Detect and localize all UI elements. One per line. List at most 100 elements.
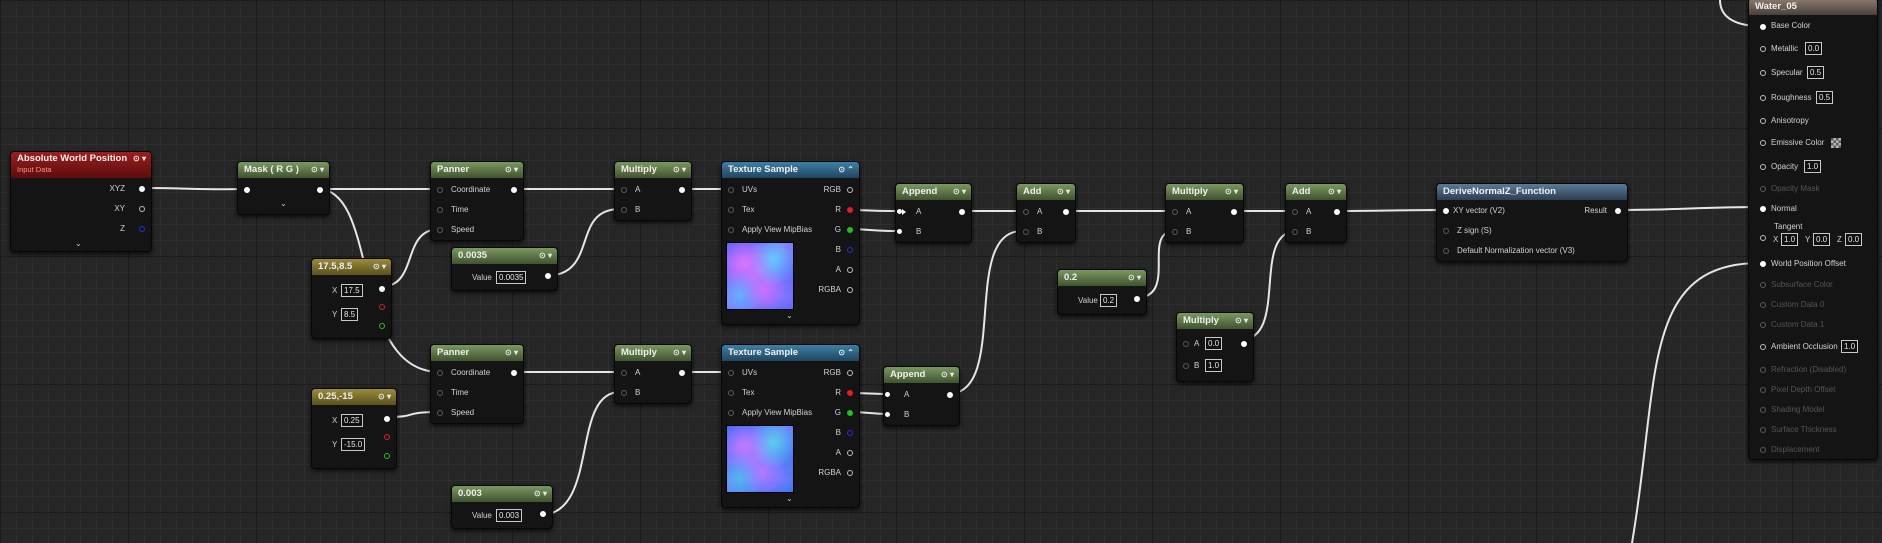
input-pin-refraction[interactable] (1760, 367, 1766, 373)
specular-value-field[interactable]: 0.5 (1807, 66, 1825, 79)
node-header[interactable]: 17.5,8.5 ⊙ ▾ (312, 259, 391, 275)
output-pin-g[interactable] (384, 453, 390, 459)
node-header[interactable]: Add ⊙ ▾ (1286, 184, 1346, 200)
output-pin[interactable] (511, 370, 517, 376)
input-pin-opacity-mask[interactable] (1760, 186, 1766, 192)
node-options-icon[interactable]: ⊙ ▾ (1057, 184, 1070, 200)
node-header[interactable]: 0.0035 ⊙ ▾ (452, 248, 557, 264)
node-append-1[interactable]: Append ⊙ ▾ A B (895, 183, 972, 243)
input-pin-a[interactable] (621, 187, 627, 193)
input-pin-ambient-occlusion[interactable] (1760, 344, 1766, 350)
input-pin-coordinate[interactable] (437, 187, 443, 193)
output-pin-b[interactable] (847, 247, 853, 253)
input-pin-uvs[interactable] (728, 370, 734, 376)
output-pin[interactable] (947, 392, 953, 398)
opacity-value-field[interactable]: 1.0 (1804, 160, 1822, 173)
input-pin-z-sign[interactable] (1443, 228, 1449, 234)
chevron-down-icon[interactable]: ⌄ (786, 311, 793, 320)
input-pin-b[interactable] (621, 207, 627, 213)
input-pin-mipbias[interactable] (728, 227, 734, 233)
texture-preview-thumbnail[interactable] (726, 242, 794, 310)
node-multiply-3[interactable]: Multiply ⊙ ▾ A B (1165, 183, 1244, 243)
ambient-occlusion-value-field[interactable]: 1.0 (1841, 340, 1859, 353)
node-header[interactable]: Absolute World Position Input Data ⊙ ▾ (11, 152, 151, 178)
node-multiply-1[interactable]: Multiply ⊙ ▾ A B (614, 161, 692, 221)
tangent-z-field[interactable]: 0.0 (1845, 233, 1863, 246)
input-pin-opacity[interactable] (1760, 164, 1766, 170)
input-pin-subsurface-color[interactable] (1760, 282, 1766, 288)
input-pin-metallic[interactable] (1760, 46, 1766, 52)
node-options-icon[interactable]: ⊙ ▾ (539, 248, 552, 264)
node-append-2[interactable]: Append ⊙ ▾ A B (883, 366, 960, 426)
node-texture-sample-1[interactable]: Texture Sample ⊙ ⌃ UVs RGB Tex R Apply V… (721, 161, 860, 325)
collapse-icon[interactable]: ⊙ ⌃ (838, 162, 854, 178)
node-options-icon[interactable]: ⊙ ▾ (1235, 313, 1248, 329)
input-pin-a[interactable] (621, 370, 627, 376)
node-options-icon[interactable]: ⊙ ▾ (505, 345, 518, 361)
input-pin-b[interactable] (1023, 229, 1029, 235)
output-pin-rgba[interactable] (847, 470, 853, 476)
output-pin-rgb[interactable] (847, 370, 853, 376)
input-pin-b[interactable] (1183, 363, 1189, 369)
output-pin-r[interactable] (847, 390, 853, 396)
input-pin-custom-data-1[interactable] (1760, 322, 1766, 328)
node-options-icon[interactable]: ⊙ ▾ (1128, 270, 1141, 286)
node-header[interactable]: Multiply ⊙ ▾ (1166, 184, 1243, 200)
node-header[interactable]: Multiply ⊙ ▾ (1177, 313, 1253, 329)
node-options-icon[interactable]: ⊙ ▾ (505, 162, 518, 178)
input-pin-b[interactable] (897, 229, 902, 234)
node-add-2[interactable]: Add ⊙ ▾ A B (1285, 183, 1347, 243)
node-constant-2-vector-2[interactable]: 0.25,-15 ⊙ ▾ X 0.25 Y -15.0 (311, 388, 397, 469)
node-options-icon[interactable]: ⊙ ▾ (673, 345, 686, 361)
input-pin-speed[interactable] (437, 227, 443, 233)
node-header[interactable]: DeriveNormalZ_Function (1437, 184, 1627, 200)
input-pin-time[interactable] (437, 390, 443, 396)
input-pin-a[interactable] (902, 209, 906, 215)
a-value-field[interactable]: 0.0 (1205, 337, 1223, 350)
node-constant-2-vector-1[interactable]: 17.5,8.5 ⊙ ▾ X 17.5 Y 8.5 (311, 258, 392, 339)
input-pin-b[interactable] (1292, 229, 1298, 235)
output-pin[interactable] (679, 187, 685, 193)
y-value-field[interactable]: -15.0 (341, 438, 366, 451)
node-header[interactable]: Panner ⊙ ▾ (431, 345, 523, 361)
input-pin-tex[interactable] (728, 207, 734, 213)
node-options-icon[interactable]: ⊙ ▾ (673, 162, 686, 178)
input-pin-b[interactable] (621, 390, 627, 396)
output-pin-z[interactable] (139, 226, 145, 232)
output-pin-rgba[interactable] (847, 287, 853, 293)
value-field[interactable]: 0.2 (1100, 294, 1118, 307)
output-pin-r[interactable] (847, 207, 853, 213)
collapse-icon[interactable]: ⊙ ⌃ (838, 345, 854, 361)
node-options-icon[interactable]: ⊙ ▾ (1328, 184, 1341, 200)
b-value-field[interactable]: 1.0 (1205, 359, 1223, 372)
input-pin-pixel-depth-offset[interactable] (1760, 387, 1766, 393)
emissive-color-swatch[interactable] (1831, 138, 1841, 148)
node-header[interactable]: Append ⊙ ▾ (884, 367, 959, 383)
input-pin-anisotropy[interactable] (1760, 118, 1766, 124)
node-panner-2[interactable]: Panner ⊙ ▾ Coordinate Time Speed (430, 344, 524, 424)
input-pin-custom-data-0[interactable] (1760, 302, 1766, 308)
output-pin[interactable] (1063, 209, 1069, 215)
output-pin[interactable] (1241, 341, 1247, 347)
input-pin-a[interactable] (1292, 209, 1298, 215)
chevron-down-icon[interactable]: ⌄ (280, 199, 287, 208)
input-pin-shading-model[interactable] (1760, 407, 1766, 413)
node-header[interactable]: 0.2 ⊙ ▾ (1058, 270, 1146, 286)
node-header[interactable]: 0.003 ⊙ ▾ (452, 486, 552, 502)
node-constant-0-003[interactable]: 0.003 ⊙ ▾ Value 0.003 (451, 485, 553, 529)
input-pin-roughness[interactable] (1760, 95, 1766, 101)
chevron-down-icon[interactable]: ⌄ (75, 239, 82, 248)
node-options-icon[interactable]: ⊙ ▾ (941, 367, 954, 383)
output-pin-xy[interactable] (139, 206, 145, 212)
node-options-icon[interactable]: ⊙ ▾ (311, 162, 324, 178)
output-pin-b[interactable] (847, 430, 853, 436)
input-pin-base-color[interactable] (1760, 24, 1766, 30)
output-pin[interactable] (545, 273, 551, 279)
input-pin-a[interactable] (1023, 209, 1029, 215)
node-options-icon[interactable]: ⊙ ▾ (534, 486, 547, 502)
input-pin-a[interactable] (1183, 341, 1189, 347)
node-material-water-05[interactable]: Water_05 Base Color Metallic 0.0 Specula… (1748, 0, 1878, 460)
input-pin-world-position-offset[interactable] (1760, 261, 1766, 267)
input-pin-surface-thickness[interactable] (1760, 427, 1766, 433)
input-pin-specular[interactable] (1760, 70, 1766, 76)
